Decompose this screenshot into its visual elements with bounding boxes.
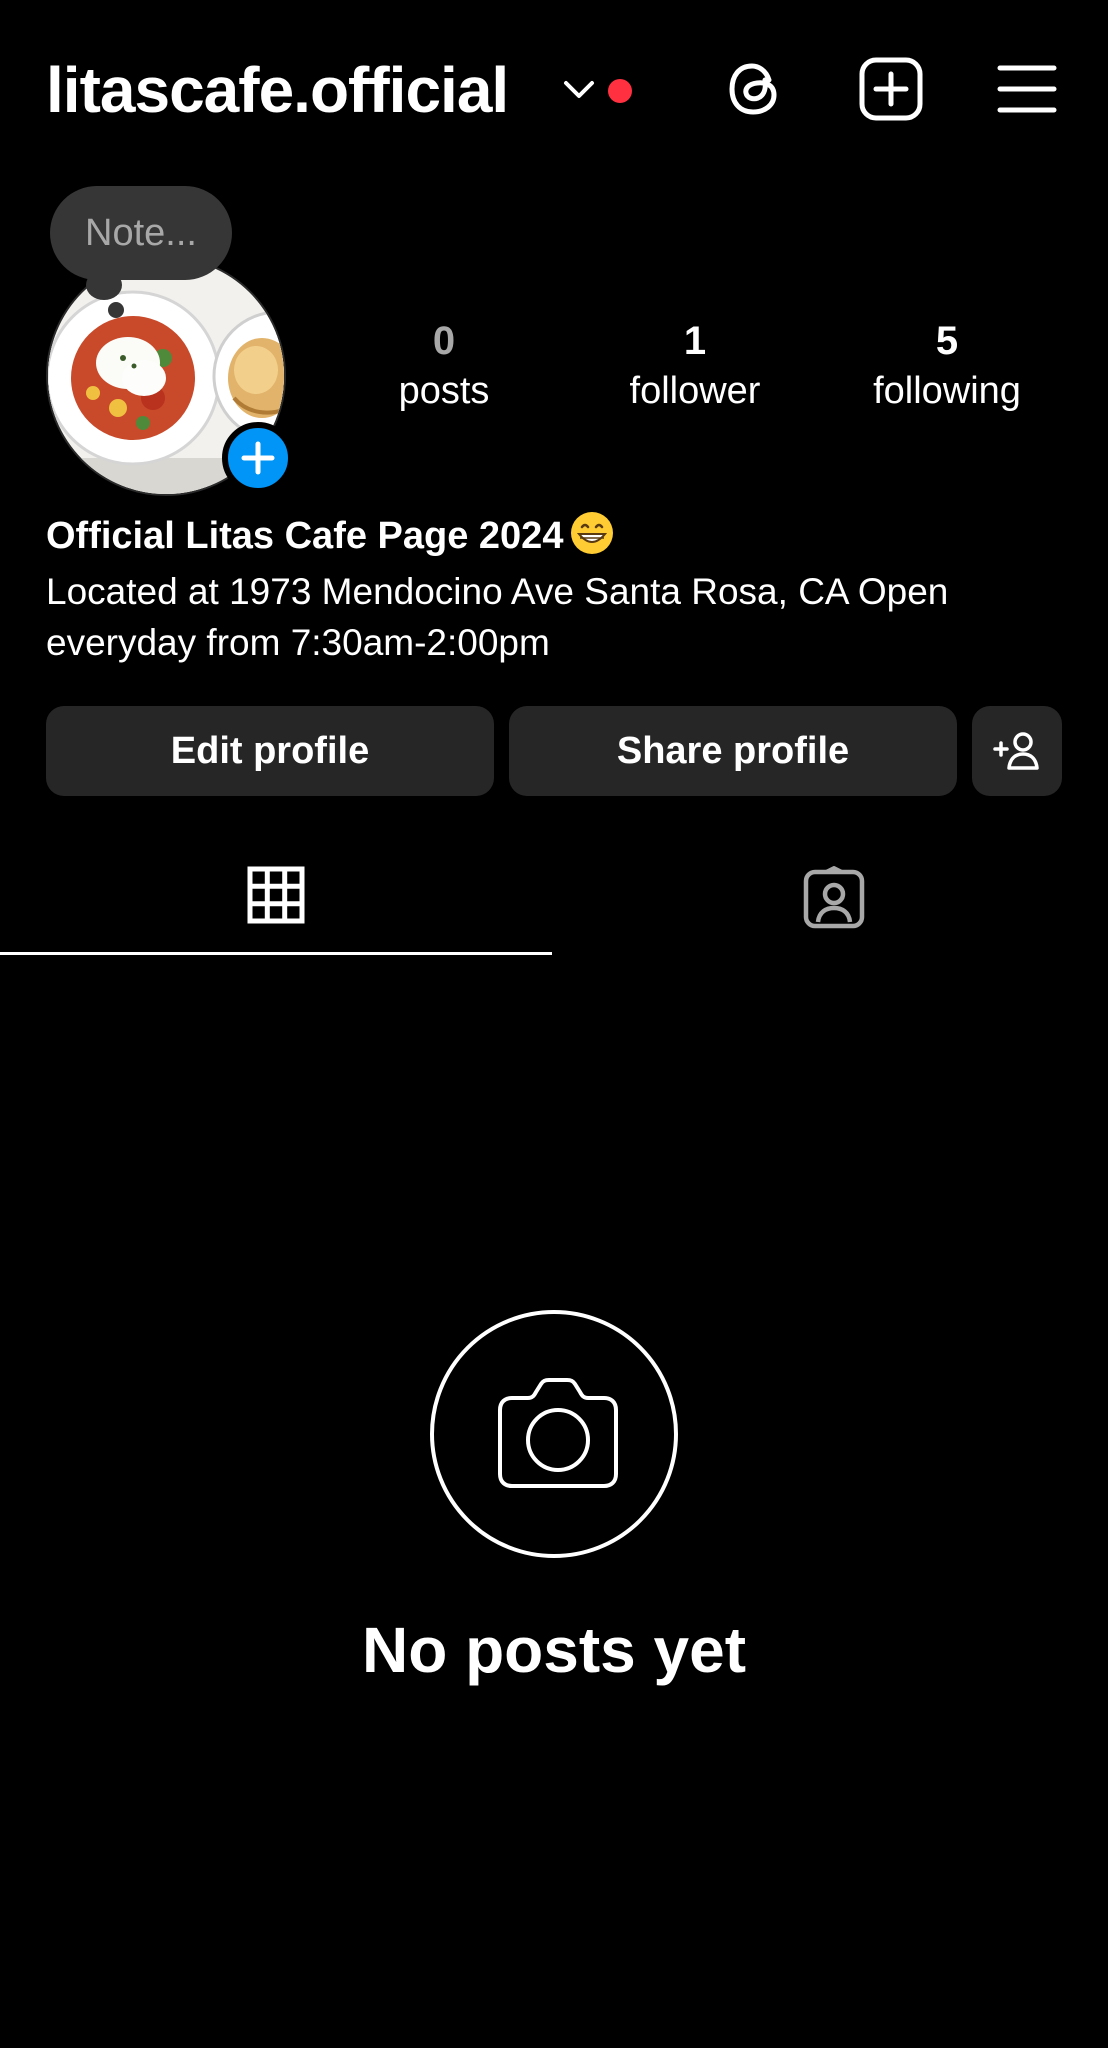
create-post-icon[interactable] bbox=[858, 56, 924, 122]
posts-count: 0 bbox=[432, 319, 456, 363]
note-placeholder[interactable]: Note... bbox=[50, 186, 232, 280]
grinning-face-emoji-icon bbox=[571, 512, 614, 554]
stat-following[interactable]: 5 following bbox=[837, 316, 1057, 416]
bio-description: Located at 1973 Mendocino Ave Santa Rosa… bbox=[46, 571, 949, 663]
following-count[interactable]: 5 bbox=[837, 316, 1057, 366]
following-label[interactable]: following bbox=[837, 366, 1057, 416]
tab-posts-grid[interactable] bbox=[0, 846, 552, 956]
menu-icon[interactable] bbox=[996, 56, 1058, 122]
add-story-button[interactable] bbox=[222, 422, 294, 494]
posts-label: posts bbox=[398, 370, 490, 412]
tab-tagged[interactable] bbox=[556, 846, 1108, 956]
camera-icon bbox=[498, 1378, 618, 1488]
stat-posts: 0 posts bbox=[334, 316, 554, 416]
followers-count[interactable]: 1 bbox=[585, 316, 805, 366]
top-bar: litascafe.official bbox=[0, 0, 1108, 180]
note-bubble-tail bbox=[108, 302, 124, 318]
bio-name-text: Official Litas Cafe Page 2024 bbox=[46, 515, 564, 557]
followers-label[interactable]: follower bbox=[585, 366, 805, 416]
empty-state-camera bbox=[430, 1310, 678, 1558]
empty-state-message: No posts yet bbox=[361, 1614, 747, 1686]
discover-people-button[interactable] bbox=[972, 706, 1062, 796]
stat-followers[interactable]: 1 follower bbox=[585, 316, 805, 416]
bio-name: Official Litas Cafe Page 2024 bbox=[46, 510, 615, 561]
threads-icon[interactable] bbox=[722, 56, 788, 122]
notification-dot bbox=[608, 79, 632, 103]
grid-icon bbox=[247, 866, 305, 924]
share-profile-button[interactable]: Share profile bbox=[509, 706, 957, 796]
account-username[interactable]: litascafe.official bbox=[46, 52, 509, 128]
active-tab-indicator bbox=[0, 952, 552, 955]
chevron-down-icon[interactable] bbox=[562, 76, 596, 104]
tagged-person-icon bbox=[803, 866, 865, 929]
edit-profile-button[interactable]: Edit profile bbox=[46, 706, 494, 796]
add-person-icon bbox=[993, 732, 1039, 770]
plus-icon bbox=[241, 441, 275, 475]
